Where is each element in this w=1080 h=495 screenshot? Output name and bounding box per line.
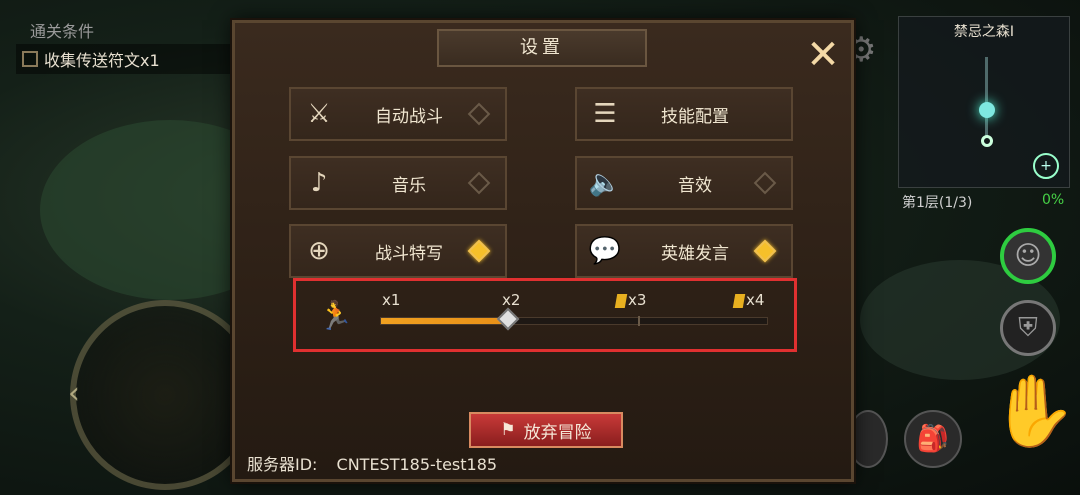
- option-label: 技能配置: [661, 106, 729, 127]
- explore-progress: 0%: [1042, 192, 1065, 208]
- toggle-indicator[interactable]: [467, 102, 491, 126]
- hero-portrait-button[interactable]: ☺: [1000, 228, 1056, 284]
- server-info: 服务器ID: CNTEST185-test185: [247, 451, 497, 475]
- speech-bubble-icon: 💬: [588, 236, 622, 266]
- close-icon[interactable]: ✕: [803, 35, 843, 77]
- option-battle-closeup[interactable]: ⊕ 战斗特写: [289, 224, 507, 278]
- hand-icon[interactable]: ✋: [990, 370, 1077, 453]
- option-auto-battle[interactable]: ⚔ 自动战斗: [289, 87, 507, 141]
- speed-label-x1: x1: [382, 291, 401, 309]
- speaker-icon: 🔈: [588, 168, 622, 198]
- speed-slider-handle[interactable]: [497, 307, 520, 331]
- speed-label-x4: x4: [732, 291, 764, 309]
- map-name: 禁忌之森Ⅰ: [953, 24, 1015, 40]
- speed-label-x3: x3: [614, 291, 646, 309]
- toggle-indicator[interactable]: [467, 171, 491, 195]
- server-label: 服务器ID:: [247, 455, 318, 474]
- option-label: 音效: [678, 175, 712, 196]
- zoom-icon[interactable]: +: [1033, 153, 1059, 179]
- objective-task: 收集传送符文x1: [16, 44, 246, 74]
- abandon-adventure-button[interactable]: ⚑ 放弃冒险: [469, 412, 623, 448]
- task-label: 收集传送符文x1: [44, 51, 160, 70]
- music-note-icon: ♪: [310, 168, 328, 198]
- helmet-button[interactable]: ⛨: [1000, 300, 1056, 356]
- server-id: CNTEST185-test185: [336, 455, 498, 474]
- current-room-marker: [979, 102, 995, 118]
- white-flag-icon: ⚑: [500, 420, 516, 440]
- abandon-label: 放弃冒险: [523, 422, 592, 443]
- lock-ticket-icon: [732, 293, 746, 308]
- chevron-left-icon: ‹: [68, 376, 80, 411]
- backpack-button[interactable]: 🎒: [904, 410, 962, 468]
- crossed-axes-icon: ⚔: [307, 99, 331, 129]
- slider-tick: [638, 316, 640, 326]
- item-button[interactable]: [848, 410, 888, 468]
- objective-panel: 通关条件 收集传送符文x1: [16, 18, 246, 74]
- room-marker: [981, 135, 993, 147]
- sliders-icon: ☰: [593, 99, 617, 129]
- speed-slider[interactable]: [380, 307, 768, 331]
- toggle-indicator[interactable]: [467, 239, 491, 263]
- dialog-title: 设置: [437, 29, 647, 67]
- option-skill-config[interactable]: ☰ 技能配置: [575, 87, 793, 141]
- option-label: 英雄发言: [661, 243, 729, 264]
- option-music[interactable]: ♪ 音乐: [289, 156, 507, 210]
- game-speed-control: 🏃 x1 x2 x3 x4: [293, 278, 797, 352]
- toggle-indicator[interactable]: [753, 239, 777, 263]
- task-checkbox: [22, 51, 38, 67]
- option-label: 音乐: [392, 175, 426, 196]
- minimap[interactable]: 禁忌之森Ⅰ +: [898, 16, 1070, 188]
- map-path: [985, 57, 988, 137]
- floor-indicator: 第1层(1/3): [902, 195, 973, 211]
- option-label: 战斗特写: [375, 243, 443, 264]
- objective-title: 通关条件: [30, 22, 95, 41]
- running-man-icon: 🏃: [318, 299, 353, 332]
- toggle-indicator[interactable]: [753, 171, 777, 195]
- option-hero-speech[interactable]: 💬 英雄发言: [575, 224, 793, 278]
- option-label: 自动战斗: [375, 106, 443, 127]
- option-sound-effects[interactable]: 🔈 音效: [575, 156, 793, 210]
- speed-slider-fill: [381, 318, 509, 324]
- lock-ticket-icon: [614, 293, 628, 308]
- speed-label-x2: x2: [502, 291, 521, 309]
- magnifier-plus-icon: ⊕: [308, 236, 330, 266]
- settings-dialog: 设置 ✕ ⚔ 自动战斗 ☰ 技能配置 ♪ 音乐 🔈 音效 ⊕ 战斗特写 💬 英雄…: [232, 20, 854, 482]
